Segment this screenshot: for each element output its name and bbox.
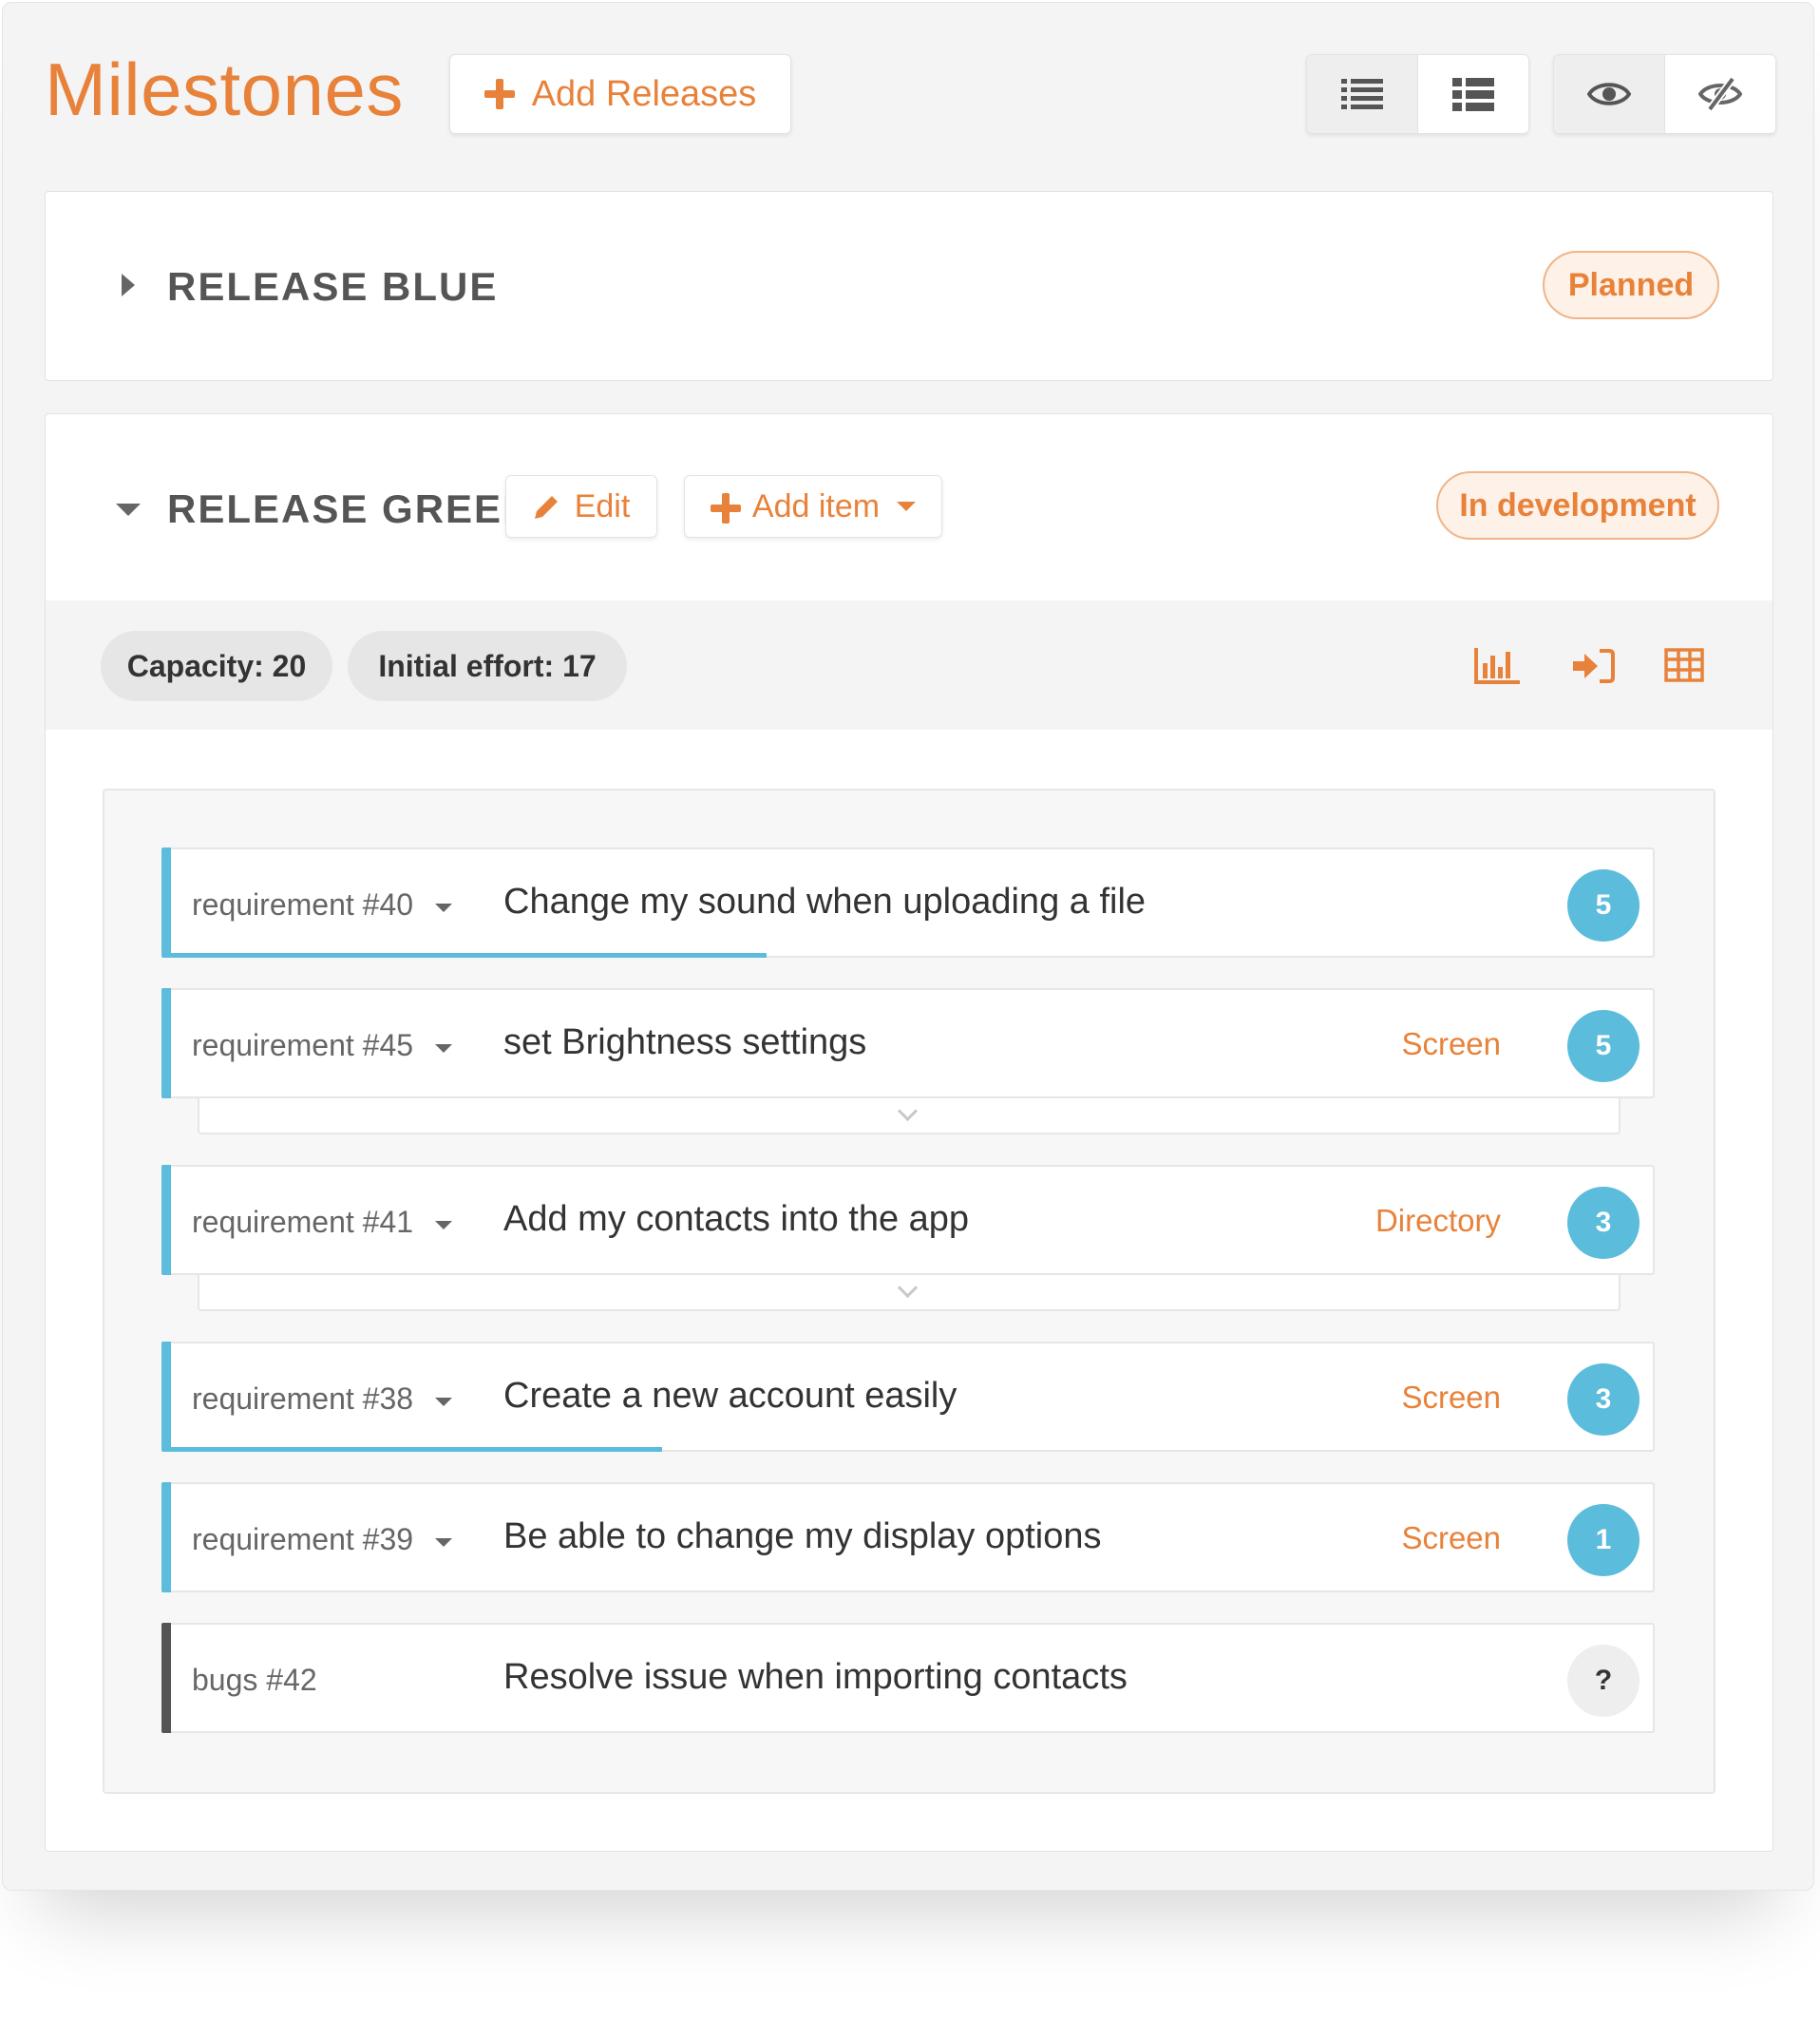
show-button[interactable] <box>1554 55 1664 133</box>
type-accent <box>161 988 171 1098</box>
reference-caret-icon[interactable] <box>435 1538 452 1547</box>
item-tag: Screen <box>1401 1520 1501 1555</box>
eye-slash-icon <box>1698 77 1742 111</box>
item-tag: Screen <box>1401 1380 1501 1415</box>
status-badge: In development <box>1436 471 1719 540</box>
add-releases-button[interactable]: Add Releases <box>449 54 791 134</box>
plus-icon <box>483 79 515 109</box>
chevron-down-icon <box>897 1100 919 1122</box>
item-progress <box>171 953 768 958</box>
release-stats-bar: Capacity: 20 Initial effort: 17 <box>46 600 1773 730</box>
type-accent <box>161 1342 171 1452</box>
reference-caret-icon[interactable] <box>435 1398 452 1406</box>
add-releases-label: Add Releases <box>531 73 757 114</box>
type-accent <box>161 848 171 958</box>
reference-caret-icon[interactable] <box>435 1044 452 1053</box>
status-badge: Planned <box>1543 251 1719 319</box>
list-item[interactable]: bugs #42 Resolve issue when importing co… <box>161 1623 1655 1733</box>
effort-badge: ? <box>1567 1645 1640 1717</box>
effort-badge: 3 <box>1567 1363 1640 1436</box>
release-card-green: RELEASE GREEN Edit Add item In developme… <box>45 413 1773 1852</box>
compact-list-view-button[interactable] <box>1307 55 1417 133</box>
initial-effort-badge: Initial effort: 17 <box>348 631 627 701</box>
hide-button[interactable] <box>1664 55 1775 133</box>
type-accent <box>161 1623 171 1733</box>
item-reference[interactable]: requirement #38 <box>192 1381 413 1417</box>
dropdown-caret-icon <box>897 502 917 511</box>
list-item[interactable]: requirement #39 Be able to change my dis… <box>161 1482 1655 1592</box>
visibility-toggle <box>1553 54 1776 134</box>
sign-in-icon[interactable] <box>1573 648 1615 684</box>
table-icon[interactable] <box>1664 648 1704 682</box>
item-tag: Directory <box>1374 1203 1501 1238</box>
detailed-list-view-button[interactable] <box>1417 55 1528 133</box>
add-item-button[interactable]: Add item <box>684 475 942 538</box>
list-item[interactable]: requirement #38 Create a new account eas… <box>161 1342 1655 1452</box>
edit-button[interactable]: Edit <box>505 475 657 538</box>
release-items-list: requirement #40 Change my sound when upl… <box>103 789 1716 1794</box>
item-reference[interactable]: requirement #40 <box>192 887 413 923</box>
expand-subitems-tab[interactable] <box>198 1275 1621 1311</box>
effort-badge: 5 <box>1567 1010 1640 1082</box>
chevron-down-icon <box>897 1277 919 1299</box>
view-mode-toggle <box>1306 54 1529 134</box>
expand-caret-icon[interactable] <box>122 274 135 296</box>
effort-badge: 1 <box>1567 1504 1640 1576</box>
add-item-label: Add item <box>751 487 881 524</box>
page-title: Milestones <box>45 48 404 131</box>
expand-subitems-tab[interactable] <box>198 1098 1621 1134</box>
effort-badge: 3 <box>1567 1187 1640 1259</box>
item-name: Add my contacts into the app <box>503 1199 970 1239</box>
item-reference[interactable]: requirement #39 <box>192 1522 413 1557</box>
reference-caret-icon[interactable] <box>435 904 452 912</box>
item-name: Resolve issue when importing contacts <box>503 1657 1128 1697</box>
list-item[interactable]: requirement #40 Change my sound when upl… <box>161 848 1655 958</box>
detailed-list-icon <box>1452 78 1494 111</box>
type-accent <box>161 1482 171 1592</box>
milestones-panel: Milestones Add Releases RELEASE BLUE Pla… <box>2 2 1814 1891</box>
item-reference[interactable]: requirement #41 <box>192 1205 413 1240</box>
effort-badge: 5 <box>1567 869 1640 942</box>
item-name: Be able to change my display options <box>503 1516 1102 1556</box>
item-name: Change my sound when uploading a file <box>503 882 1147 922</box>
list-item[interactable]: requirement #41 Add my contacts into the… <box>161 1165 1655 1275</box>
list-item[interactable]: requirement #45 set Brightness settings … <box>161 988 1655 1098</box>
pencil-icon <box>534 496 558 519</box>
eye-icon <box>1587 83 1631 105</box>
release-title[interactable]: RELEASE GREEN <box>167 486 533 532</box>
collapse-caret-icon[interactable] <box>116 504 141 516</box>
chart-icon[interactable] <box>1474 648 1520 684</box>
release-card-blue: RELEASE BLUE Planned <box>45 191 1773 381</box>
reference-caret-icon[interactable] <box>435 1221 452 1229</box>
item-progress <box>171 1447 663 1452</box>
list-icon <box>1341 79 1383 109</box>
item-tag: Screen <box>1401 1026 1501 1061</box>
plus-icon <box>710 493 741 524</box>
capacity-badge: Capacity: 20 <box>101 631 332 701</box>
item-name: Create a new account easily <box>503 1376 957 1416</box>
release-title[interactable]: RELEASE BLUE <box>167 264 498 310</box>
type-accent <box>161 1165 171 1275</box>
item-reference[interactable]: requirement #45 <box>192 1028 413 1063</box>
item-reference[interactable]: bugs #42 <box>192 1663 317 1698</box>
edit-label: Edit <box>574 487 631 524</box>
item-name: set Brightness settings <box>503 1022 867 1062</box>
